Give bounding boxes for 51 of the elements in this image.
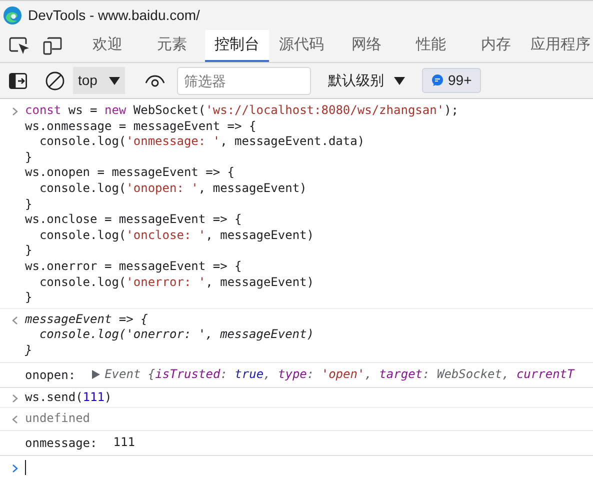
browser-logo-icon [3,6,22,25]
code-line: 111 [113,434,135,450]
clear-console-icon[interactable] [45,70,65,90]
code-line: console.log('onerror: ', messageEvent) [38,327,314,343]
window-title: DevTools - www.baidu.com/ [28,6,200,25]
sidebar-toggle-icon[interactable] [9,72,27,88]
log-label: onopen: [25,366,76,384]
log-label: onmessage: [25,434,98,452]
code-line: } [25,290,32,306]
tab[interactable]: 源代码 [269,30,334,62]
code-line: } [25,342,32,358]
code-line: ws.onclose = messageEvent => { [25,212,242,228]
tab[interactable]: 内存 [464,30,528,62]
eye-icon[interactable] [145,74,165,88]
code-line: const ws = new WebSocket('ws://localhost:8080/ws/zhangsan'); [25,103,459,119]
code-line: console.log('onopen: ', messageEvent) [38,180,307,197]
code-line: ws.onerror = messageEvent => { [25,258,242,275]
chevron-left-icon [12,316,18,325]
code-line: ws.onopen = messageEvent => { [25,165,235,181]
expand-triangle-icon[interactable] [92,370,100,379]
tab[interactable]: 元素 [140,30,204,62]
log-levels-dropdown[interactable]: 默认级别 [319,67,414,94]
code-line: ws.send(111) [25,390,112,406]
issues-badge[interactable]: 99+ [422,68,481,93]
code-line: console.log('onclose: ', messageEvent) [38,228,314,244]
tab[interactable]: 控制台 [204,30,270,62]
chevron-right-icon [12,107,18,116]
code-line: } [25,243,32,259]
inspect-element-icon[interactable] [9,37,29,55]
tab[interactable]: 网络 [334,30,399,62]
code-line: } [25,196,32,212]
code-line: ws.onmessage = messageEvent => { [25,118,256,134]
tab[interactable]: 欢迎 [75,30,140,62]
chevron-right-icon [12,394,18,402]
chevron-left-icon [12,415,18,424]
code-line: undefined [25,411,90,427]
device-toolbar-icon[interactable] [43,37,63,55]
caret-down-icon [394,76,405,84]
caret-down-icon [109,76,120,84]
filter-input[interactable]: 筛选器 [177,66,311,94]
context-dropdown[interactable]: top [73,67,125,94]
message-icon [431,74,444,87]
tab[interactable]: 应用程序 [528,30,593,62]
code-line: console.log('onerror: ', messageEvent) [38,274,314,290]
code-line: } [25,150,32,166]
chevron-right-icon [12,464,18,473]
code-line: Event {isTrusted: true, type: 'open', target: WebSocket, currentT [104,366,574,382]
code-line: console.log('onmessage: ', messageEvent.data) [38,134,365,150]
code-line: messageEvent => { [25,312,148,328]
text-cursor [25,460,26,476]
tab[interactable]: 性能 [398,30,464,62]
